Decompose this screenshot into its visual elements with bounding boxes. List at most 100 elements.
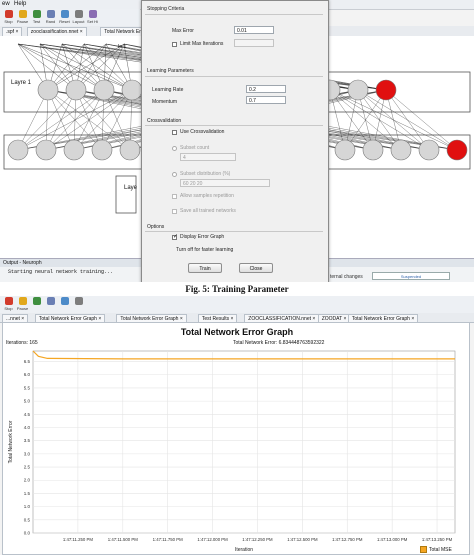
- allow-repetition-checkbox[interactable]: [172, 194, 177, 199]
- test-toolbar-button[interactable]: [30, 297, 43, 312]
- x-tick-label: 1:47:11.250 PM: [63, 537, 93, 542]
- pause-toolbar-button[interactable]: Pause: [16, 10, 29, 25]
- stop-toolbar-button[interactable]: Stop: [2, 297, 15, 312]
- y-tick-label: 5.5: [24, 385, 31, 390]
- neuron-node[interactable]: [334, 139, 356, 161]
- status-text: ternal changes: [330, 274, 363, 280]
- y-tick-label: 3.0: [24, 451, 31, 456]
- max-error-input[interactable]: 0.01: [234, 26, 274, 34]
- divider: [145, 125, 323, 126]
- neuron-node[interactable]: [7, 139, 29, 161]
- subset-count-input[interactable]: 4: [180, 153, 236, 161]
- x-tick-label: 1:47:12.000 PM: [197, 537, 228, 542]
- neuron-node[interactable]: [418, 139, 440, 161]
- allow-repetition-label: Allow samples repetition: [180, 193, 234, 199]
- save-networks-checkbox[interactable]: [172, 209, 177, 214]
- train-button[interactable]: Train: [188, 263, 222, 273]
- neuron-node[interactable]: [65, 79, 87, 101]
- reset-toolbar-button[interactable]: Reset: [58, 10, 71, 25]
- stop-icon: [4, 297, 13, 305]
- test-icon: [32, 297, 41, 305]
- neuron-node[interactable]: [390, 139, 412, 161]
- toolbar-button-label: Layout: [72, 19, 85, 24]
- subset-distribution-radio[interactable]: [172, 172, 177, 177]
- randomize-toolbar-button[interactable]: [44, 297, 57, 312]
- neuron-node[interactable]: [35, 139, 57, 161]
- network-toolbar: Stop Pause Test Rand Reset Layout Set Hi: [0, 9, 140, 26]
- subset-count-radio[interactable]: [172, 146, 177, 151]
- test-toolbar-button[interactable]: Test: [30, 10, 43, 25]
- neuron-node[interactable]: [119, 139, 141, 161]
- limit-iterations-checkbox[interactable]: [172, 42, 177, 47]
- neuron-node[interactable]: [446, 139, 468, 161]
- menu-item-help[interactable]: Help: [14, 1, 26, 7]
- stopping-criteria-title: Stopping Criteria: [147, 6, 185, 12]
- learning-parameters-title: Learning Parameters: [147, 68, 194, 74]
- learning-rate-label: Learning Rate: [152, 87, 184, 93]
- training-dialog: Stopping Criteria Max Error 0.01 Limit M…: [141, 0, 329, 282]
- layout-toolbar-button[interactable]: Layout: [72, 10, 85, 25]
- iterations-label: Iterations: 165: [6, 340, 38, 346]
- save-networks-label: Save all trained networks: [180, 208, 236, 214]
- pause-toolbar-button[interactable]: Pause: [16, 297, 29, 312]
- y-tick-label: 0.5: [24, 517, 31, 522]
- figure-caption: Fig. 5: Training Parameter: [185, 284, 289, 294]
- toolbar-button-label: Stop: [4, 306, 13, 311]
- momentum-label: Momentum: [152, 99, 178, 105]
- tab-1[interactable]: zooclassification.nnet ×: [26, 27, 87, 36]
- faster-learning-hint: Turn off for faster learning: [176, 247, 234, 253]
- output-panel-title: Output - Neuroph: [3, 260, 42, 266]
- neuron-node[interactable]: [121, 79, 143, 101]
- toolbar-button-label: Pause: [16, 306, 29, 311]
- neuron-node[interactable]: [375, 79, 397, 101]
- display-error-graph-label: Display Error Graph: [180, 234, 225, 240]
- neuron-node[interactable]: [347, 79, 369, 101]
- layer-label-top: Layre 1: [11, 80, 32, 86]
- output-log-text: Starting neural network training...: [8, 269, 114, 275]
- subset-distribution-input[interactable]: 60 20 20: [180, 179, 270, 187]
- y-tick-label: 1.5: [24, 491, 31, 496]
- stop-toolbar-button[interactable]: Stop: [2, 10, 15, 25]
- error-graph-screenshot: Stop Pause ...nnet × Total Network Error G…: [0, 296, 474, 555]
- reset-toolbar-button[interactable]: [58, 297, 71, 312]
- y-tick-label: 5.0: [24, 399, 31, 404]
- close-button[interactable]: Close: [239, 263, 273, 273]
- graph-toolbar: Stop Pause: [0, 296, 474, 313]
- x-tick-label: 1:47:12.500 PM: [287, 537, 318, 542]
- divider: [145, 14, 323, 15]
- randomize-toolbar-button[interactable]: Rand: [44, 10, 57, 25]
- layout-toolbar-button[interactable]: [72, 297, 85, 312]
- y-tick-label: 6.0: [24, 372, 31, 377]
- neuron-node[interactable]: [63, 139, 85, 161]
- total-error-label: Total Network Error: 6.834448763592322: [233, 340, 325, 346]
- tab-0[interactable]: .spf ×: [2, 27, 23, 36]
- neuron-node[interactable]: [37, 79, 59, 101]
- neuron-node[interactable]: [362, 139, 384, 161]
- layer-box-bottom: [115, 175, 137, 214]
- y-tick-label: 0.0: [24, 531, 31, 536]
- max-iterations-input[interactable]: [234, 39, 274, 47]
- momentum-input[interactable]: 0.7: [246, 96, 286, 104]
- reset-icon: [60, 10, 69, 18]
- menu-item-view[interactable]: ew: [2, 1, 10, 7]
- crossvalidation-title: Crossvalidation: [147, 118, 182, 124]
- neuron-node[interactable]: [91, 139, 113, 161]
- options-title: Options: [147, 224, 165, 230]
- subset-count-label: Subset count: [180, 145, 210, 151]
- limit-iterations-label: Limit Max Iterations: [180, 41, 224, 47]
- plot-area: [32, 350, 456, 534]
- randomize-icon: [46, 297, 55, 305]
- x-tick-label: 1:47:11.750 PM: [153, 537, 183, 542]
- legend-entry: Total MSE: [429, 546, 452, 553]
- connection-line: [17, 89, 105, 151]
- settings-toolbar-button[interactable]: Set Hi: [86, 10, 99, 25]
- display-error-graph-checkbox[interactable]: [172, 233, 178, 240]
- error-graph-panel: Total Network Error Graph Iterations: 16…: [2, 322, 470, 555]
- y-tick-label: 1.0: [24, 504, 31, 509]
- neuron-node[interactable]: [93, 79, 115, 101]
- use-crossvalidation-checkbox[interactable]: [172, 130, 177, 135]
- chart-legend: Total MSE: [420, 546, 452, 553]
- use-crossvalidation-label: Use Crossvalidation: [180, 129, 225, 135]
- x-tick-label: 1:47:11.500 PM: [108, 537, 138, 542]
- learning-rate-input[interactable]: 0.2: [246, 85, 286, 93]
